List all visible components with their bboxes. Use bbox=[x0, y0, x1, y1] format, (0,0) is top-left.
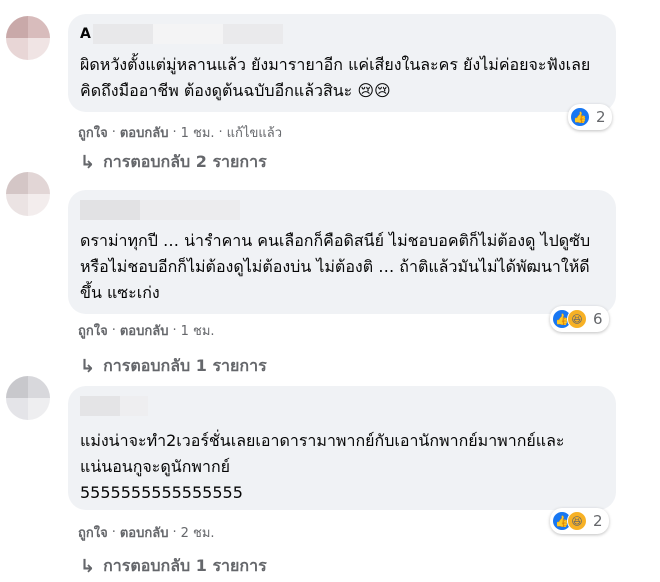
comment-bubble: แม่งน่าจะทำ2เวอร์ชั่นเลยเอาดารามาพากย์กั… bbox=[68, 386, 616, 510]
like-icon: 👍 bbox=[570, 107, 590, 127]
reply-button[interactable]: ตอบกลับ bbox=[120, 522, 169, 543]
reaction-summary[interactable]: 👍 2 bbox=[568, 104, 612, 130]
replies-label: การตอบกลับ 1 รายการ bbox=[103, 556, 267, 575]
avatar[interactable] bbox=[6, 172, 50, 216]
comment-author[interactable]: A bbox=[80, 24, 91, 44]
comment-text: แม่งน่าจะทำ2เวอร์ชั่นเลยเอาดารามาพากย์กั… bbox=[80, 431, 565, 502]
replies-label: การตอบกลับ 1 รายการ bbox=[103, 356, 267, 375]
edited-label[interactable]: แก้ไขแล้ว bbox=[227, 122, 282, 143]
haha-icon: 😆 bbox=[567, 309, 587, 329]
like-button[interactable]: ถูกใจ bbox=[78, 122, 108, 143]
comment-bubble: ดราม่าทุกปี … น่ารำคาน คนเลือกก็คือดิสนี… bbox=[68, 190, 616, 314]
replies-label: การตอบกลับ 2 รายการ bbox=[103, 152, 267, 171]
timestamp[interactable]: 1 ชม. bbox=[181, 122, 215, 143]
reply-button[interactable]: ตอบกลับ bbox=[120, 320, 169, 341]
comment-text: ผิดหวังตั้งแต่มู่หลานแล้ว ยังมารายาอีก แ… bbox=[80, 55, 596, 100]
reply-button[interactable]: ตอบกลับ bbox=[120, 122, 169, 143]
haha-icon: 😆 bbox=[567, 511, 587, 531]
view-replies-button[interactable]: ↳ การตอบกลับ 2 รายการ bbox=[80, 150, 267, 175]
like-button[interactable]: ถูกใจ bbox=[78, 320, 108, 341]
reaction-count: 6 bbox=[593, 310, 603, 328]
reaction-summary[interactable]: 👍 😆 6 bbox=[550, 306, 609, 332]
reply-arrow-icon: ↳ bbox=[80, 356, 96, 377]
view-replies-button[interactable]: ↳ การตอบกลับ 1 รายการ bbox=[80, 354, 267, 379]
crying-emoji-icon: 😢😢 bbox=[357, 81, 391, 100]
timestamp[interactable]: 2 ชม. bbox=[181, 522, 215, 543]
timestamp[interactable]: 1 ชม. bbox=[181, 320, 215, 341]
reaction-count: 2 bbox=[593, 512, 603, 530]
comment-bubble: A ผิดหวังตั้งแต่มู่หลานแล้ว ยังมารายาอีก… bbox=[68, 14, 616, 112]
like-button[interactable]: ถูกใจ bbox=[78, 522, 108, 543]
reaction-summary[interactable]: 👍 😆 2 bbox=[550, 508, 609, 534]
avatar[interactable] bbox=[6, 16, 50, 60]
avatar[interactable] bbox=[6, 376, 50, 420]
reply-arrow-icon: ↳ bbox=[80, 556, 96, 577]
view-replies-button[interactable]: ↳ การตอบกลับ 1 รายการ bbox=[80, 554, 267, 579]
comment-text: ดราม่าทุกปี … น่ารำคาน คนเลือกก็คือดิสนี… bbox=[80, 231, 596, 302]
reaction-count: 2 bbox=[596, 108, 606, 126]
reply-arrow-icon: ↳ bbox=[80, 152, 96, 173]
